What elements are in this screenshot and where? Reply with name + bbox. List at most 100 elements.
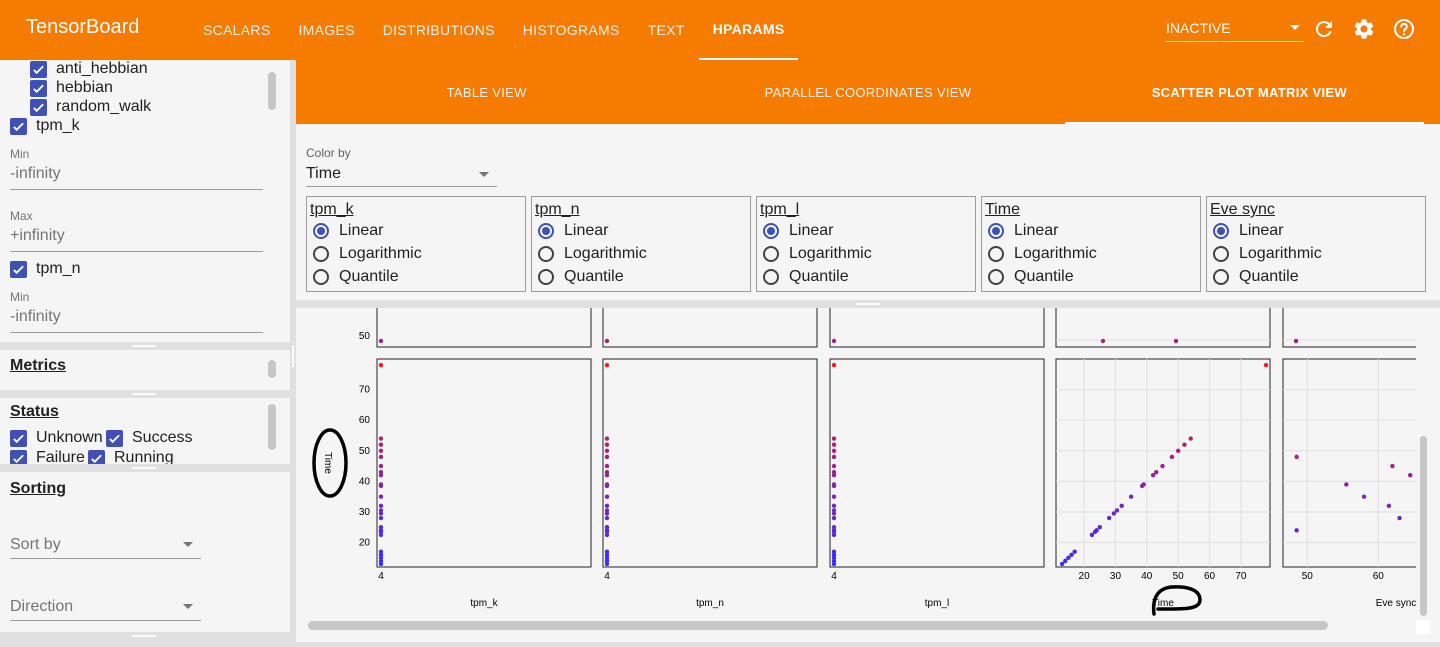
panel-resize-handle[interactable] (0, 390, 290, 398)
panel-resize-handle[interactable] (0, 632, 290, 647)
radio-linear[interactable]: Linear (988, 222, 1058, 240)
tab-scatter-plot-matrix-view[interactable]: SCATTER PLOT MATRIX VIEW (1059, 60, 1440, 124)
radio-quantile[interactable]: Quantile (988, 268, 1074, 286)
radio-logarithmic[interactable]: Logarithmic (538, 245, 647, 263)
radio-quantile[interactable]: Quantile (763, 268, 849, 286)
chevron-down-icon (183, 604, 193, 609)
radio-logarithmic[interactable]: Logarithmic (763, 245, 872, 263)
radio-unchecked-icon (1213, 246, 1229, 262)
metrics-scrollbar[interactable] (268, 360, 276, 378)
panel-resize-handle[interactable] (0, 464, 290, 472)
field-input[interactable]: +infinity (10, 227, 263, 252)
grip-icon (132, 635, 156, 637)
radio-unchecked-icon (1213, 269, 1229, 285)
scatter-point (1114, 508, 1120, 513)
checkbox-status-success[interactable]: Success (106, 429, 192, 447)
scatter-point (378, 483, 384, 489)
radio-linear[interactable]: Linear (313, 222, 383, 240)
radio-label: Logarithmic (339, 245, 422, 262)
radio-checked-icon (988, 223, 1004, 239)
scatter-matrix-svg[interactable]: 50203040506070444203040506070506070tpm_k… (296, 308, 1440, 628)
checkbox-status-running[interactable]: Running (88, 449, 174, 464)
tab-scalars[interactable]: SCALARS (189, 0, 284, 60)
radio-linear[interactable]: Linear (1213, 222, 1283, 240)
scatter-point (831, 494, 837, 499)
scatter-point (1188, 436, 1193, 441)
scatter-point (1089, 532, 1095, 538)
scatter-point (604, 362, 610, 368)
tab-histograms[interactable]: HISTOGRAMS (509, 0, 634, 60)
tab-hparams[interactable]: HPARAMS (698, 0, 799, 60)
checkbox-status-failure[interactable]: Failure (10, 449, 85, 464)
tab-text[interactable]: TEXT (634, 0, 699, 60)
scatter-point (1361, 494, 1367, 499)
checkbox-label: tpm_k (36, 117, 80, 134)
scatter-point (604, 338, 610, 344)
sorting-title: Sorting (10, 480, 66, 497)
scatter-point (604, 454, 610, 460)
scatter-point (378, 442, 384, 447)
tab-images[interactable]: IMAGES (284, 0, 368, 60)
scatter-point (1106, 515, 1112, 521)
direction-dropdown[interactable]: Direction (10, 593, 201, 621)
radio-unchecked-icon (763, 246, 779, 262)
tpm-k-min-field[interactable]: Min -infinity (10, 147, 263, 190)
radio-label: Linear (339, 222, 384, 239)
y-tick-label: 60 (359, 415, 371, 426)
checkbox-tpm-n[interactable]: tpm_n (10, 260, 80, 278)
radio-quantile[interactable]: Quantile (1213, 268, 1299, 286)
radio-quantile[interactable]: Quantile (313, 268, 399, 286)
hparams-sidebar: anti_hebbian hebbian random_walk tpm_k M… (0, 60, 290, 647)
metrics-title: Metrics (10, 357, 67, 374)
radio-quantile[interactable]: Quantile (538, 268, 624, 286)
checkbox-checked-icon (10, 260, 27, 278)
tab-parallel-coordinates-view[interactable]: PARALLEL COORDINATES VIEW (677, 60, 1058, 124)
help-icon[interactable] (1392, 17, 1416, 41)
tab-table-view[interactable]: TABLE VIEW (296, 60, 677, 124)
checkbox-tpm-k[interactable]: tpm_k (10, 117, 80, 135)
inactive-dropdown-label: INACTIVE (1166, 19, 1231, 36)
radio-linear[interactable]: Linear (538, 222, 608, 240)
sort-by-dropdown[interactable]: Sort by (10, 531, 201, 559)
scatter-point (831, 442, 837, 447)
tpm-n-min-field[interactable]: Min -infinity (10, 290, 263, 333)
tpm-k-max-field[interactable]: Max +infinity (10, 209, 263, 252)
inactive-plugins-dropdown[interactable]: INACTIVE (1166, 14, 1304, 42)
field-input[interactable]: -infinity (10, 308, 263, 333)
scatter-point (604, 511, 610, 516)
color-by-dropdown[interactable]: Time (306, 162, 497, 187)
vertical-scrollbar[interactable] (1420, 436, 1427, 616)
scatter-point (1263, 362, 1269, 368)
x-axis-label: Eve sync (1376, 598, 1416, 609)
checkbox-anti-hebbian[interactable]: anti_hebbian (30, 60, 148, 78)
scrollbar-corner (1416, 620, 1430, 634)
scale-box-tpm-k: tpm_k Linear Logarithmic Quantile (306, 196, 526, 292)
scatter-point (378, 494, 384, 499)
tab-distributions[interactable]: DISTRIBUTIONS (369, 0, 509, 60)
field-input[interactable]: -infinity (10, 165, 263, 190)
scatter-point (604, 503, 610, 509)
checkbox-random-walk[interactable]: random_walk (30, 98, 151, 116)
bottom-divider (296, 642, 1440, 647)
radio-logarithmic[interactable]: Logarithmic (1213, 245, 1322, 263)
sidebar-scrollbar[interactable] (268, 72, 276, 110)
radio-logarithmic[interactable]: Logarithmic (988, 245, 1097, 263)
scatter-point (1386, 503, 1392, 509)
radio-logarithmic[interactable]: Logarithmic (313, 245, 422, 263)
scatter-point (378, 511, 384, 516)
radio-linear[interactable]: Linear (763, 222, 833, 240)
scale-box-title: Time (985, 201, 1020, 218)
panel-resize-handle[interactable] (0, 342, 290, 350)
refresh-icon[interactable] (1312, 17, 1336, 41)
settings-icon[interactable] (1352, 17, 1376, 41)
radio-label: Linear (564, 222, 609, 239)
controls-resize-handle[interactable] (296, 300, 1440, 308)
status-panel: Status Unknown Success Failure Running (0, 398, 290, 464)
scatter-point (1119, 503, 1124, 509)
checkbox-hebbian[interactable]: hebbian (30, 79, 113, 97)
scatter-point (1390, 463, 1395, 469)
status-scrollbar[interactable] (268, 404, 276, 450)
scatter-point (1175, 448, 1181, 453)
checkbox-status-unknown[interactable]: Unknown (10, 429, 103, 447)
horizontal-scrollbar[interactable] (308, 621, 1328, 630)
